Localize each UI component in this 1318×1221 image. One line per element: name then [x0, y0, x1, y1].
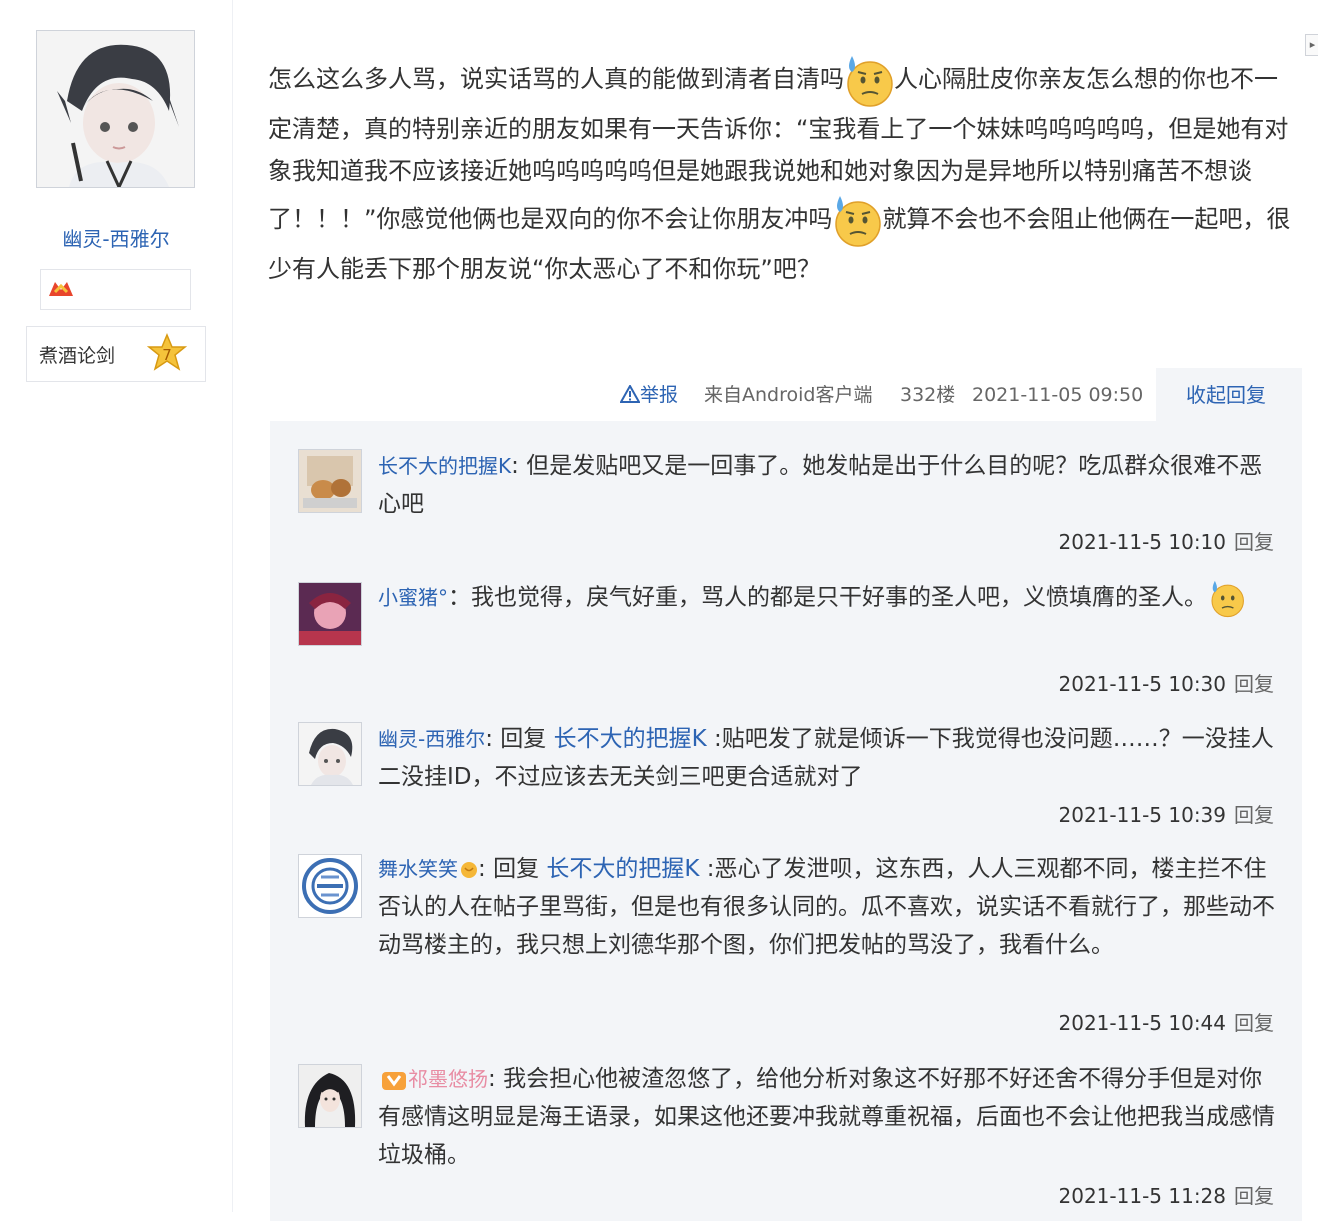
user-avatar-icon	[299, 1065, 361, 1127]
collapse-corner-button[interactable]: ▸	[1305, 34, 1318, 56]
sweat-emoji-icon	[835, 196, 882, 247]
reply-avatar[interactable]	[298, 1064, 362, 1128]
warning-icon	[619, 383, 641, 403]
reply-separator: :	[699, 856, 715, 882]
reply-username[interactable]: 幽灵-西雅尔	[378, 727, 485, 751]
reply-footer: 2021-11-5 10:30 回复	[1059, 669, 1275, 699]
reply-button[interactable]: 回复	[1234, 1011, 1274, 1035]
post-floor: 332楼	[900, 384, 956, 406]
reply-footer: 2021-11-5 10:39 回复	[1059, 800, 1275, 830]
user-avatar-icon	[299, 450, 361, 512]
medal-box	[40, 269, 191, 310]
post-time: 2021-11-05 09:50	[972, 384, 1144, 406]
reply-time: 2021-11-5 10:44	[1058, 1011, 1227, 1035]
reply-separator: :	[485, 726, 501, 752]
sweat-emoji-icon	[847, 56, 893, 107]
post-content: 怎么这么多人骂，说实话骂的人真的能做到清者自清吗 人心隔肚皮你亲友怎么想的你也不…	[268, 52, 1298, 290]
collapse-replies-button[interactable]: 收起回复	[1186, 380, 1266, 410]
reply-content: 幽灵-西雅尔: 回复 长不大的把握K :贴吧发了就是倾诉一下我觉得也没问题……？…	[378, 720, 1278, 796]
reply-avatar[interactable]	[298, 722, 362, 786]
reply-time: 2021-11-5 10:30	[1058, 672, 1227, 696]
reply-username[interactable]: 长不大的把握K	[378, 454, 511, 478]
reply-list: 长不大的把握K: 但是发贴吧又是一回事了。她发帖是出于什么目的呢？吃瓜群众很难不…	[270, 421, 1302, 1221]
author-name[interactable]: 幽灵-西雅尔	[0, 223, 232, 252]
reply-text: 我会担心他被渣忽悠了，给他分析对象这不好那不好还舍不得分手但是对你有感情这明显是…	[378, 1066, 1275, 1168]
medal-icon	[49, 282, 73, 296]
reply-time: 2021-11-5 10:39	[1058, 803, 1227, 827]
level-box: 煮酒论剑 7	[26, 326, 206, 382]
reply-content: 长不大的把握K: 但是发贴吧又是一回事了。她发帖是出于什么目的呢？吃瓜群众很难不…	[378, 447, 1278, 523]
reply-avatar[interactable]	[298, 582, 362, 646]
reply-separator: :	[706, 726, 722, 752]
reply-username[interactable]: 小蜜猪°	[378, 586, 448, 610]
reply-content: 小蜜猪°：我也觉得，戾气好重，骂人的都是只干好事的圣人吧，义愤填膺的圣人。	[378, 578, 1278, 618]
reply-username[interactable]: 祁墨悠扬	[408, 1067, 488, 1091]
reply-footer: 2021-11-5 11:28 回复	[1059, 1181, 1275, 1211]
user-avatar-icon	[37, 31, 194, 187]
sweat-emoji-icon	[1211, 580, 1244, 618]
reply-username[interactable]: 舞水笑笑	[378, 857, 458, 881]
reply-target-user[interactable]: 长不大的把握K	[546, 856, 699, 882]
level-name: 煮酒论剑	[39, 345, 116, 367]
reply-word: 回复	[500, 726, 554, 752]
author-sidebar: 幽灵-西雅尔 煮酒论剑 7	[0, 0, 233, 1212]
report-link[interactable]: 举报	[619, 380, 678, 410]
reply-separator: :	[488, 1066, 504, 1092]
reply-footer: 2021-11-5 10:44 回复	[1059, 1008, 1275, 1038]
level-number: 7	[162, 346, 172, 364]
reply-avatar[interactable]	[298, 449, 362, 513]
reply-footer: 2021-11-5 10:10 回复	[1059, 527, 1275, 557]
post-text-part-1: 怎么这么多人骂，说实话骂的人真的能做到清者自清吗	[268, 65, 844, 93]
reply-separator: :	[511, 453, 527, 479]
reply-time: 2021-11-5 11:28	[1058, 1184, 1227, 1208]
reply-button[interactable]: 回复	[1234, 1184, 1274, 1208]
reply-target-user[interactable]: 长不大的把握K	[554, 726, 707, 752]
post-source: 来自Android客户端	[704, 384, 873, 406]
user-avatar-icon	[299, 723, 361, 785]
user-avatar-icon	[299, 583, 361, 645]
reply-content: 舞水笑笑: 回复 长不大的把握K :恶心了发泄呗，这东西，人人三观都不同，楼主拦…	[378, 850, 1278, 964]
author-avatar[interactable]	[36, 30, 195, 188]
vip-icon	[382, 1071, 406, 1090]
reply-word: 回复	[493, 856, 547, 882]
reply-content: 祁墨悠扬: 我会担心他被渣忽悠了，给他分析对象这不好那不好还舍不得分手但是对你有…	[378, 1060, 1278, 1174]
reply-button[interactable]: 回复	[1234, 530, 1274, 554]
user-avatar-icon	[299, 855, 361, 917]
level-star-icon: 7	[147, 333, 187, 371]
vip-icon	[461, 861, 477, 878]
reply-time: 2021-11-5 10:10	[1058, 530, 1227, 554]
reply-separator: ：	[448, 584, 471, 611]
reply-separator: :	[478, 856, 494, 882]
report-label[interactable]: 举报	[640, 384, 678, 406]
reply-button[interactable]: 回复	[1234, 672, 1274, 696]
reply-text: 我也觉得，戾气好重，骂人的都是只干好事的圣人吧，义愤填膺的圣人。	[471, 584, 1207, 611]
reply-button[interactable]: 回复	[1234, 803, 1274, 827]
reply-avatar[interactable]	[298, 854, 362, 918]
